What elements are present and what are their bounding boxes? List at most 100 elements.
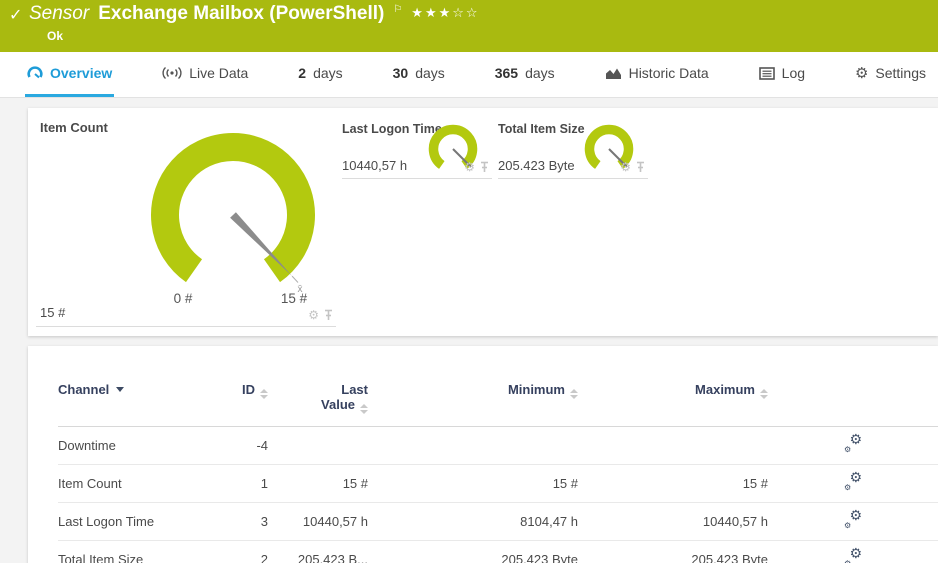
- channel-id: 2: [208, 541, 268, 563]
- tab-overview[interactable]: Overview: [25, 52, 114, 97]
- channel-id: 3: [208, 503, 268, 541]
- tab-30-days-label: days: [415, 65, 445, 81]
- tab-live-data-label: Live Data: [189, 65, 248, 81]
- column-header-channel-label: Channel: [58, 382, 109, 397]
- channel-gear-icon[interactable]: ⚙: [620, 161, 631, 173]
- channel-id: -4: [208, 427, 268, 465]
- gauge-value: 10440,57 h: [342, 158, 407, 173]
- channel-name: Item Count: [58, 465, 208, 503]
- column-header-last-label: Last: [268, 382, 368, 397]
- channel-last-value: 15 #: [268, 465, 368, 503]
- gauges-panel: Item Count x̄ 0 # 15 # 15 # ⚙: [28, 108, 938, 336]
- gauge-title: Item Count: [40, 120, 108, 135]
- tab-historic-data-label: Historic Data: [629, 65, 709, 81]
- channel-maximum: 10440,57 h: [578, 503, 768, 541]
- content-area: Item Count x̄ 0 # 15 # 15 # ⚙: [0, 98, 938, 563]
- prtg-sensor-page: ✓ Sensor Exchange Mailbox (PowerShell) ⚐…: [0, 0, 938, 563]
- tab-log[interactable]: Log: [757, 52, 807, 97]
- column-header-maximum-label: Maximum: [695, 382, 755, 397]
- channel-minimum: 15 #: [368, 465, 578, 503]
- tab-2-days-number: 2: [298, 65, 306, 81]
- channel-gear-icon[interactable]: ⚙: [308, 309, 319, 321]
- channels-panel: Channel ID Last Value Minimum: [28, 346, 938, 563]
- column-header-last-value[interactable]: Last Value: [268, 382, 368, 427]
- status-badge: Ok: [47, 29, 63, 43]
- channels-table: Channel ID Last Value Minimum: [58, 382, 938, 563]
- channel-settings-icon[interactable]: ⚙⚙: [844, 550, 862, 563]
- gauge-item-count[interactable]: Item Count x̄ 0 # 15 # 15 # ⚙: [36, 116, 336, 327]
- gauge-icon: [27, 66, 43, 80]
- channel-maximum: [578, 427, 768, 465]
- channel-settings-icon[interactable]: ⚙⚙: [844, 474, 862, 490]
- log-list-icon: [759, 67, 775, 80]
- channel-name: Last Logon Time: [58, 503, 208, 541]
- sensor-title: Exchange Mailbox (PowerShell): [98, 3, 384, 25]
- column-header-channel[interactable]: Channel: [58, 382, 208, 427]
- sensor-kicker: Sensor: [29, 3, 89, 25]
- item-count-gauge-chart: x̄ 0 # 15 #: [133, 120, 345, 310]
- pin-icon[interactable]: [635, 161, 646, 173]
- sort-desc-icon: [116, 387, 124, 392]
- channel-id: 1: [208, 465, 268, 503]
- gauge-scale-max: 15 #: [281, 291, 308, 306]
- sort-icon: [260, 389, 268, 399]
- tab-30-days[interactable]: 30 days: [391, 52, 447, 97]
- tab-historic-data[interactable]: Historic Data: [603, 52, 711, 97]
- column-header-actions: [768, 382, 938, 427]
- channel-maximum: 205.423 Byte: [578, 541, 768, 563]
- column-header-maximum[interactable]: Maximum: [578, 382, 768, 427]
- sort-icon: [760, 389, 768, 399]
- flag-icon[interactable]: ⚐: [393, 4, 402, 15]
- gauge-title: Total Item Size: [498, 122, 585, 136]
- column-header-minimum[interactable]: Minimum: [368, 382, 578, 427]
- gauge-value: 205.423 Byte: [498, 158, 575, 173]
- channel-last-value: 205.423 B...: [268, 541, 368, 563]
- channel-gear-icon[interactable]: ⚙: [464, 161, 475, 173]
- channel-settings-icon[interactable]: ⚙⚙: [844, 436, 862, 452]
- pin-icon[interactable]: [323, 309, 334, 321]
- area-chart-icon: [605, 67, 622, 80]
- channel-maximum: 15 #: [578, 465, 768, 503]
- channel-last-value: [268, 427, 368, 465]
- table-row-last-logon-time: Last Logon Time 3 10440,57 h 8104,47 h 1…: [58, 503, 938, 541]
- tab-bar: Overview Live Data 2 days 30 days 365: [0, 52, 938, 98]
- channel-settings-icon[interactable]: ⚙⚙: [844, 512, 862, 528]
- tab-365-days-number: 365: [495, 65, 518, 81]
- column-header-id[interactable]: ID: [208, 382, 268, 427]
- tab-365-days-label: days: [525, 65, 555, 81]
- tab-settings-label: Settings: [875, 65, 926, 81]
- sort-icon: [570, 389, 578, 399]
- tab-2-days-label: days: [313, 65, 343, 81]
- tab-live-data[interactable]: Live Data: [160, 52, 250, 97]
- gear-icon: ⚙: [855, 64, 868, 82]
- tab-settings[interactable]: ⚙ Settings: [853, 52, 928, 97]
- channel-minimum: [368, 427, 578, 465]
- gauge-scale-min: 0 #: [174, 291, 193, 306]
- ok-check-icon: ✓: [9, 5, 22, 24]
- gauge-last-logon-time[interactable]: Last Logon Time 10440,57 h ⚙: [342, 116, 492, 179]
- gauge-total-item-size[interactable]: Total Item Size 205.423 Byte ⚙: [498, 116, 648, 179]
- table-row-total-item-size: Total Item Size 2 205.423 B... 205.423 B…: [58, 541, 938, 563]
- tab-365-days[interactable]: 365 days: [493, 52, 557, 97]
- channel-name: Total Item Size: [58, 541, 208, 563]
- column-header-id-label: ID: [242, 382, 255, 397]
- sensor-status-banner: ✓ Sensor Exchange Mailbox (PowerShell) ⚐…: [0, 0, 938, 52]
- column-header-value-label: Value: [321, 397, 355, 412]
- channel-name: Downtime: [58, 427, 208, 465]
- tab-30-days-number: 30: [393, 65, 409, 81]
- tab-overview-label: Overview: [50, 65, 112, 81]
- pin-icon[interactable]: [479, 161, 490, 173]
- table-row-item-count: Item Count 1 15 # 15 # 15 # ⚙⚙: [58, 465, 938, 503]
- gauge-value: 15 #: [40, 305, 65, 320]
- channel-minimum: 205.423 Byte: [368, 541, 578, 563]
- table-header-row: Channel ID Last Value Minimum: [58, 382, 938, 427]
- column-header-minimum-label: Minimum: [508, 382, 565, 397]
- sort-icon: [360, 404, 368, 414]
- live-data-icon: [162, 66, 182, 80]
- channel-last-value: 10440,57 h: [268, 503, 368, 541]
- table-row-downtime: Downtime -4 ⚙⚙: [58, 427, 938, 465]
- channel-minimum: 8104,47 h: [368, 503, 578, 541]
- priority-stars[interactable]: ★★★☆☆: [411, 6, 479, 21]
- tab-2-days[interactable]: 2 days: [296, 52, 344, 97]
- tab-log-label: Log: [782, 65, 805, 81]
